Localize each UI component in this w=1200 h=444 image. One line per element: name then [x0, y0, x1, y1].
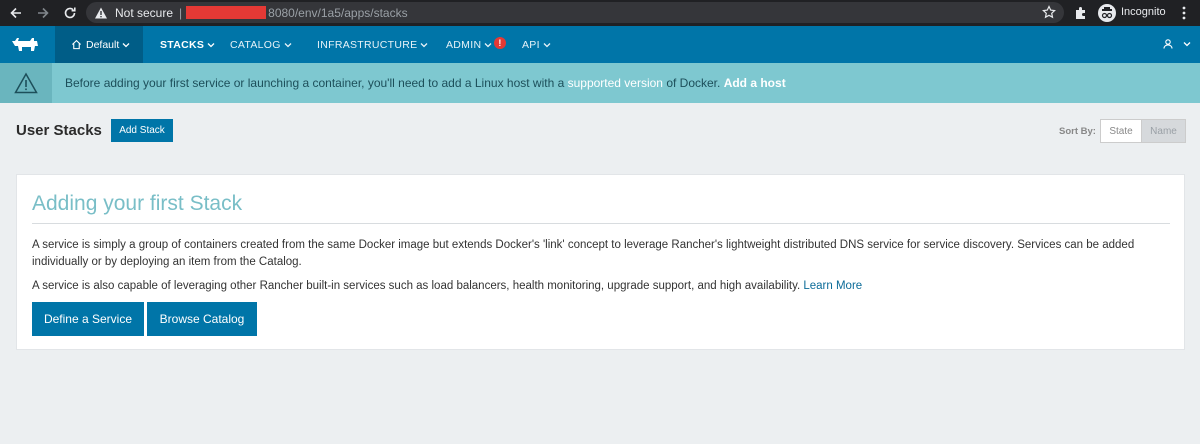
extensions-icon[interactable]	[1073, 5, 1089, 21]
card-title: Adding your first Stack	[32, 192, 243, 215]
nav-admin[interactable]: ADMIN !	[446, 26, 508, 63]
warning-triangle-icon	[14, 72, 38, 94]
rancher-logo-icon[interactable]	[10, 36, 42, 54]
chevron-down-icon	[484, 42, 492, 47]
sort-toggle: State Name	[1100, 119, 1186, 143]
card-divider	[32, 223, 1170, 224]
star-icon[interactable]	[1042, 5, 1056, 19]
chevron-down-icon	[284, 42, 292, 47]
nav-stacks-label: STACKS	[160, 38, 205, 51]
add-host-link[interactable]: Add a host	[724, 76, 786, 90]
nav-stacks[interactable]: STACKS	[160, 26, 215, 63]
chevron-down-icon	[420, 42, 428, 47]
banner-text-after: of Docker.	[662, 76, 724, 90]
banner-text-before: Before adding your first service or laun…	[65, 76, 568, 90]
nav-api-label: API	[522, 38, 540, 51]
sort-name-button[interactable]: Name	[1142, 119, 1186, 143]
redacted-host	[186, 6, 267, 19]
admin-alert-badge: !	[494, 37, 506, 49]
reload-icon[interactable]	[59, 2, 81, 24]
chevron-down-icon	[1183, 42, 1191, 47]
nav-infrastructure-label: INFRASTRUCTURE	[317, 38, 418, 51]
more-options-icon[interactable]	[1181, 5, 1187, 21]
warning-banner: Before adding your first service or laun…	[0, 63, 1200, 103]
sort-by-label: Sort By:	[1059, 126, 1096, 137]
environment-label: Default	[86, 38, 120, 51]
address-bar[interactable]: Not secure | 8080/env/1a5/apps/stacks	[86, 2, 1064, 23]
security-label[interactable]: Not secure	[115, 6, 173, 20]
browser-toolbar: Not secure | 8080/env/1a5/apps/stacks In…	[0, 0, 1200, 26]
nav-infrastructure[interactable]: INFRASTRUCTURE	[317, 26, 428, 63]
add-stack-button[interactable]: Add Stack	[111, 119, 173, 142]
warning-icon	[95, 7, 107, 18]
card-description-secondary: A service is also capable of leveraging …	[32, 278, 1172, 295]
incognito-label: Incognito	[1121, 6, 1166, 18]
chevron-down-icon	[543, 42, 551, 47]
nav-api[interactable]: API	[522, 26, 551, 63]
banner-message: Before adding your first service or laun…	[65, 76, 786, 90]
url-text: 8080/env/1a5/apps/stacks	[268, 5, 408, 20]
card-description: A service is simply a group of container…	[32, 239, 1135, 268]
card-description-text: A service is also capable of leveraging …	[32, 280, 804, 292]
chevron-down-icon	[207, 42, 215, 47]
environment-selector[interactable]: Default	[55, 26, 143, 63]
app-header: Default STACKS CATALOG INFRASTRUCTURE AD…	[0, 26, 1200, 63]
incognito-icon[interactable]	[1098, 4, 1116, 22]
nav-admin-label: ADMIN	[446, 38, 482, 51]
sort-state-button[interactable]: State	[1100, 119, 1142, 143]
forward-arrow-icon[interactable]	[32, 2, 54, 24]
define-service-button[interactable]: Define a Service	[32, 302, 144, 336]
chevron-down-icon	[122, 42, 130, 47]
nav-catalog-label: CATALOG	[230, 38, 281, 51]
first-stack-card: Adding your first Stack A service is sim…	[16, 174, 1185, 350]
nav-catalog[interactable]: CATALOG	[230, 26, 292, 63]
supported-version-link[interactable]: supported version	[568, 76, 663, 90]
url-separator: |	[179, 5, 183, 20]
learn-more-link[interactable]: Learn More	[803, 280, 862, 292]
browse-catalog-button[interactable]: Browse Catalog	[147, 302, 257, 336]
page-title: User Stacks	[16, 122, 102, 139]
banner-icon-box	[0, 63, 52, 103]
home-icon	[71, 39, 82, 50]
user-menu[interactable]	[1163, 39, 1191, 49]
user-icon	[1163, 39, 1173, 49]
back-arrow-icon[interactable]	[5, 2, 27, 24]
